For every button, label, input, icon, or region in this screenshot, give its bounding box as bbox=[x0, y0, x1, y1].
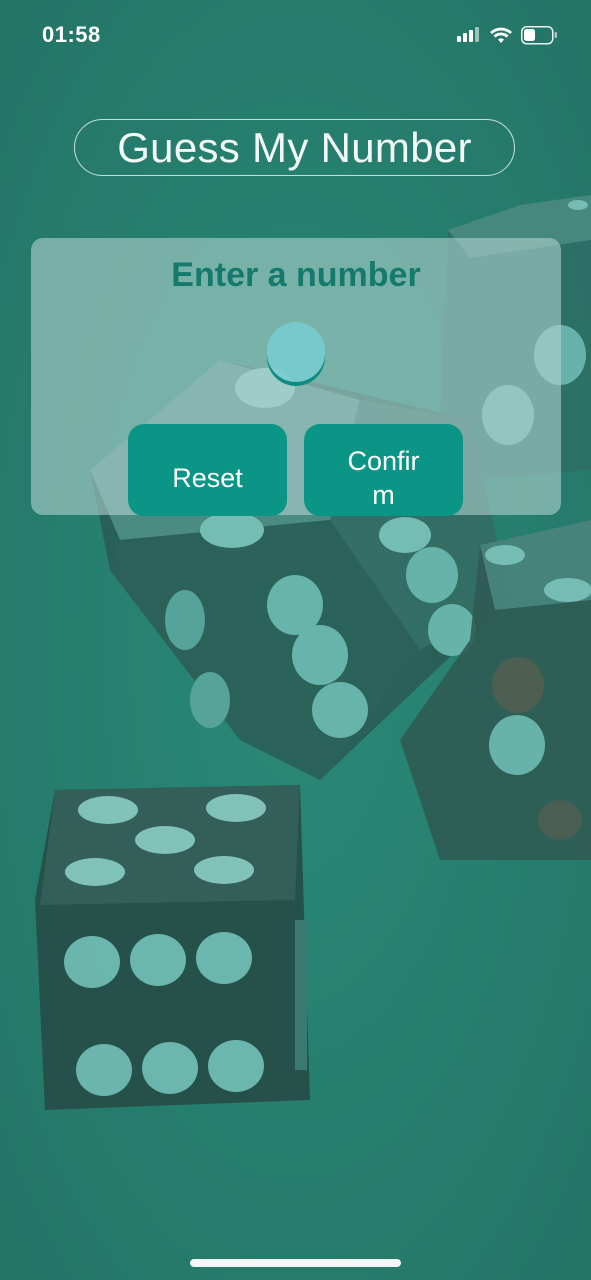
status-icons bbox=[457, 24, 567, 48]
die-bottom-left bbox=[35, 785, 310, 1110]
battery-icon bbox=[521, 26, 557, 45]
card-heading: Enter a number bbox=[171, 256, 421, 294]
title-banner: Guess My Number bbox=[74, 119, 515, 176]
wifi-icon bbox=[490, 27, 512, 43]
number-input-card: Enter a number Reset Confirm bbox=[31, 238, 561, 516]
confirm-button[interactable]: Confirm bbox=[304, 424, 463, 516]
status-time: 01:58 bbox=[42, 22, 101, 47]
home-indicator[interactable] bbox=[190, 1259, 401, 1267]
cellular-signal-icon bbox=[457, 27, 479, 42]
background-dice-image bbox=[0, 0, 591, 1280]
app-screen: 01:58 Guess My Number Enter a number Res… bbox=[0, 0, 591, 1280]
reset-button[interactable]: Reset bbox=[128, 424, 287, 516]
number-input[interactable] bbox=[267, 322, 325, 386]
app-title: Guess My Number bbox=[117, 123, 472, 171]
status-bar: 01:58 bbox=[0, 0, 591, 70]
